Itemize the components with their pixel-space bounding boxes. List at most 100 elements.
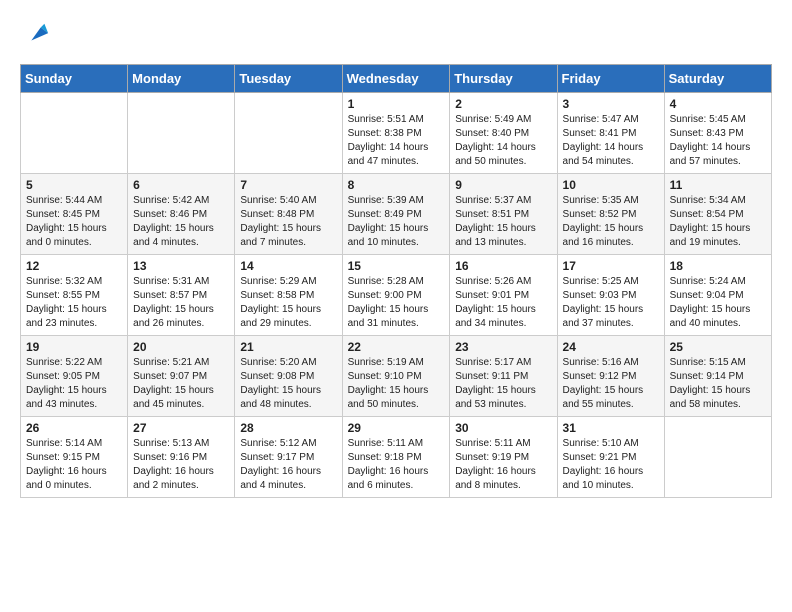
calendar-header-monday: Monday	[128, 65, 235, 93]
calendar-cell: 6Sunrise: 5:42 AM Sunset: 8:46 PM Daylig…	[128, 174, 235, 255]
page-header	[20, 20, 772, 48]
day-number: 29	[348, 421, 445, 435]
day-info: Sunrise: 5:21 AM Sunset: 9:07 PM Dayligh…	[133, 357, 214, 410]
day-number: 27	[133, 421, 229, 435]
calendar-cell: 5Sunrise: 5:44 AM Sunset: 8:45 PM Daylig…	[21, 174, 128, 255]
day-info: Sunrise: 5:31 AM Sunset: 8:57 PM Dayligh…	[133, 276, 214, 329]
calendar-cell: 8 Sunrise: 5:39 AM Sunset: 8:49 PM Daylig…	[342, 174, 450, 255]
day-number: 2	[455, 97, 551, 111]
calendar-cell	[664, 417, 771, 498]
calendar-cell: 9Sunrise: 5:37 AM Sunset: 8:51 PM Daylig…	[450, 174, 557, 255]
calendar-cell: 31 Sunrise: 5:10 AM Sunset: 9:21 PM Dayli…	[557, 417, 664, 498]
calendar-cell: 20 Sunrise: 5:21 AM Sunset: 9:07 PM Dayli…	[128, 336, 235, 417]
day-number: 21	[240, 340, 336, 354]
day-info: Sunrise: 5:35 AM Sunset: 8:52 PM Dayligh…	[563, 195, 644, 248]
calendar-cell	[21, 93, 128, 174]
day-info: Sunrise: 5:20 AM Sunset: 9:08 PM Dayligh…	[240, 357, 321, 410]
day-number: 14	[240, 259, 336, 273]
calendar-cell: 30 Sunrise: 5:11 AM Sunset: 9:19 PM Dayli…	[450, 417, 557, 498]
calendar-cell	[128, 93, 235, 174]
day-info: Sunrise: 5:39 AM Sunset: 8:49 PM Dayligh…	[348, 195, 429, 248]
calendar-cell: 28Sunrise: 5:12 AM Sunset: 9:17 PM Dayli…	[235, 417, 342, 498]
day-info: Sunrise: 5:40 AM Sunset: 8:48 PM Dayligh…	[240, 195, 321, 248]
calendar-week-row: 5Sunrise: 5:44 AM Sunset: 8:45 PM Daylig…	[21, 174, 772, 255]
day-info: Sunrise: 5:19 AM Sunset: 9:10 PM Dayligh…	[348, 357, 429, 410]
day-number: 18	[670, 259, 766, 273]
day-info: Sunrise: 5:32 AM Sunset: 8:55 PM Dayligh…	[26, 276, 107, 329]
day-info: Sunrise: 5:11 AM Sunset: 9:19 PM Dayligh…	[455, 438, 536, 491]
calendar-cell: 18Sunrise: 5:24 AM Sunset: 9:04 PM Dayli…	[664, 255, 771, 336]
day-info: Sunrise: 5:15 AM Sunset: 9:14 PM Dayligh…	[670, 357, 751, 410]
day-number: 7	[240, 178, 336, 192]
day-number: 13	[133, 259, 229, 273]
day-number: 6	[133, 178, 229, 192]
calendar-header-row: SundayMondayTuesdayWednesdayThursdayFrid…	[21, 65, 772, 93]
day-number: 9	[455, 178, 551, 192]
day-info: Sunrise: 5:49 AM Sunset: 8:40 PM Dayligh…	[455, 114, 536, 167]
day-number: 10	[563, 178, 659, 192]
calendar-week-row: 19 Sunrise: 5:22 AM Sunset: 9:05 PM Dayli…	[21, 336, 772, 417]
calendar-cell: 16 Sunrise: 5:26 AM Sunset: 9:01 PM Dayli…	[450, 255, 557, 336]
calendar-cell: 4Sunrise: 5:45 AM Sunset: 8:43 PM Daylig…	[664, 93, 771, 174]
day-info: Sunrise: 5:13 AM Sunset: 9:16 PM Dayligh…	[133, 438, 214, 491]
day-number: 30	[455, 421, 551, 435]
day-number: 8	[348, 178, 445, 192]
day-number: 15	[348, 259, 445, 273]
day-number: 19	[26, 340, 122, 354]
day-number: 22	[348, 340, 445, 354]
day-info: Sunrise: 5:10 AM Sunset: 9:21 PM Dayligh…	[563, 438, 644, 491]
day-info: Sunrise: 5:14 AM Sunset: 9:15 PM Dayligh…	[26, 438, 107, 491]
day-number: 16	[455, 259, 551, 273]
day-number: 26	[26, 421, 122, 435]
calendar-cell: 3Sunrise: 5:47 AM Sunset: 8:41 PM Daylig…	[557, 93, 664, 174]
day-number: 24	[563, 340, 659, 354]
calendar-cell: 29 Sunrise: 5:11 AM Sunset: 9:18 PM Dayli…	[342, 417, 450, 498]
calendar-cell: 15 Sunrise: 5:28 AM Sunset: 9:00 PM Dayli…	[342, 255, 450, 336]
calendar-header-thursday: Thursday	[450, 65, 557, 93]
day-info: Sunrise: 5:34 AM Sunset: 8:54 PM Dayligh…	[670, 195, 751, 248]
day-info: Sunrise: 5:12 AM Sunset: 9:17 PM Dayligh…	[240, 438, 321, 491]
day-info: Sunrise: 5:28 AM Sunset: 9:00 PM Dayligh…	[348, 276, 429, 329]
day-number: 12	[26, 259, 122, 273]
day-number: 23	[455, 340, 551, 354]
calendar-cell: 27 Sunrise: 5:13 AM Sunset: 9:16 PM Dayli…	[128, 417, 235, 498]
day-number: 1	[348, 97, 445, 111]
day-info: Sunrise: 5:51 AM Sunset: 8:38 PM Dayligh…	[348, 114, 429, 167]
day-number: 5	[26, 178, 122, 192]
calendar-cell: 25 Sunrise: 5:15 AM Sunset: 9:14 PM Dayli…	[664, 336, 771, 417]
calendar-cell: 17 Sunrise: 5:25 AM Sunset: 9:03 PM Dayli…	[557, 255, 664, 336]
calendar-cell: 22 Sunrise: 5:19 AM Sunset: 9:10 PM Dayli…	[342, 336, 450, 417]
day-info: Sunrise: 5:22 AM Sunset: 9:05 PM Dayligh…	[26, 357, 107, 410]
calendar-cell: 26 Sunrise: 5:14 AM Sunset: 9:15 PM Dayli…	[21, 417, 128, 498]
calendar-cell: 12 Sunrise: 5:32 AM Sunset: 8:55 PM Dayli…	[21, 255, 128, 336]
day-info: Sunrise: 5:25 AM Sunset: 9:03 PM Dayligh…	[563, 276, 644, 329]
calendar-week-row: 1 Sunrise: 5:51 AM Sunset: 8:38 PM Daylig…	[21, 93, 772, 174]
calendar-cell: 21 Sunrise: 5:20 AM Sunset: 9:08 PM Dayli…	[235, 336, 342, 417]
day-info: Sunrise: 5:26 AM Sunset: 9:01 PM Dayligh…	[455, 276, 536, 329]
calendar-cell: 13 Sunrise: 5:31 AM Sunset: 8:57 PM Dayli…	[128, 255, 235, 336]
logo-icon	[22, 20, 50, 48]
calendar-cell: 14 Sunrise: 5:29 AM Sunset: 8:58 PM Dayli…	[235, 255, 342, 336]
calendar-header-saturday: Saturday	[664, 65, 771, 93]
day-number: 17	[563, 259, 659, 273]
day-info: Sunrise: 5:17 AM Sunset: 9:11 PM Dayligh…	[455, 357, 536, 410]
calendar-cell: 7 Sunrise: 5:40 AM Sunset: 8:48 PM Daylig…	[235, 174, 342, 255]
calendar-header-wednesday: Wednesday	[342, 65, 450, 93]
calendar-cell: 2 Sunrise: 5:49 AM Sunset: 8:40 PM Daylig…	[450, 93, 557, 174]
day-number: 31	[563, 421, 659, 435]
day-info: Sunrise: 5:11 AM Sunset: 9:18 PM Dayligh…	[348, 438, 429, 491]
calendar-cell: 10 Sunrise: 5:35 AM Sunset: 8:52 PM Dayli…	[557, 174, 664, 255]
logo	[20, 20, 50, 48]
calendar-cell: 11 Sunrise: 5:34 AM Sunset: 8:54 PM Dayli…	[664, 174, 771, 255]
day-info: Sunrise: 5:47 AM Sunset: 8:41 PM Dayligh…	[563, 114, 644, 167]
calendar-cell: 24Sunrise: 5:16 AM Sunset: 9:12 PM Dayli…	[557, 336, 664, 417]
calendar-header-friday: Friday	[557, 65, 664, 93]
calendar-week-row: 12 Sunrise: 5:32 AM Sunset: 8:55 PM Dayli…	[21, 255, 772, 336]
day-info: Sunrise: 5:29 AM Sunset: 8:58 PM Dayligh…	[240, 276, 321, 329]
day-number: 20	[133, 340, 229, 354]
day-number: 11	[670, 178, 766, 192]
day-info: Sunrise: 5:45 AM Sunset: 8:43 PM Dayligh…	[670, 114, 751, 167]
calendar-header-tuesday: Tuesday	[235, 65, 342, 93]
calendar-cell: 1 Sunrise: 5:51 AM Sunset: 8:38 PM Daylig…	[342, 93, 450, 174]
day-number: 25	[670, 340, 766, 354]
